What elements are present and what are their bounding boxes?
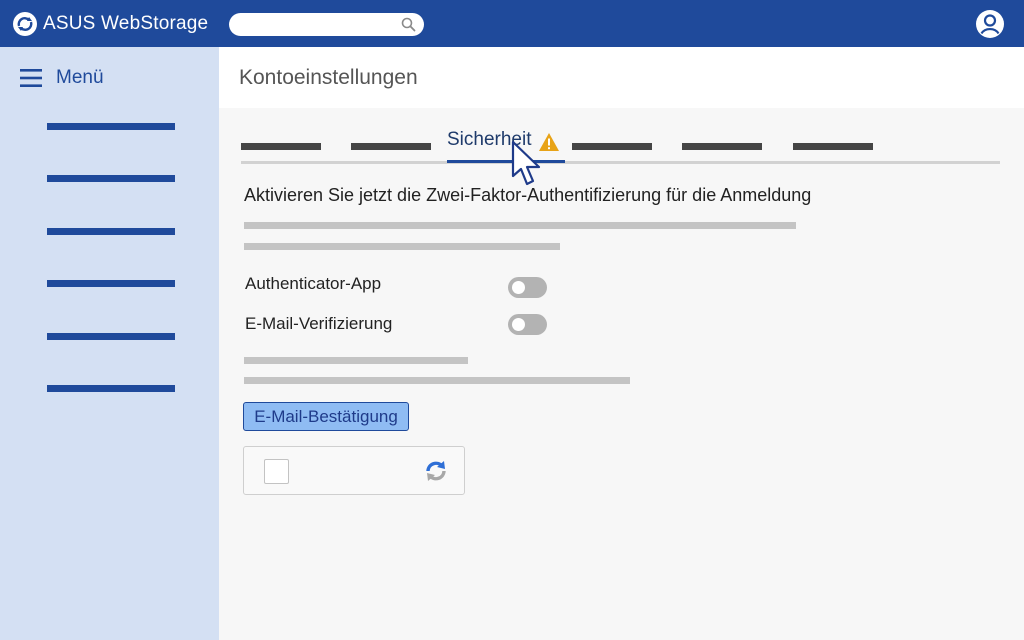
tab-1[interactable]	[241, 143, 321, 150]
app-name: ASUS WebStorage	[43, 13, 209, 34]
placeholder-text-line	[244, 357, 468, 364]
email-confirmation-button[interactable]: E-Mail-Bestätigung	[243, 402, 409, 431]
page-header: Kontoeinstellungen	[219, 47, 1024, 108]
placeholder-text-line	[244, 377, 630, 384]
active-tab-indicator	[447, 160, 565, 163]
sidebar-item-2[interactable]	[47, 175, 175, 182]
sidebar-item-3[interactable]	[47, 228, 175, 235]
top-bar: ASUS WebStorage	[0, 0, 1024, 47]
sidebar: Menü	[0, 47, 219, 640]
cloud-sync-logo-icon	[13, 12, 37, 36]
authenticator-app-toggle[interactable]	[508, 277, 547, 298]
email-verification-label: E-Mail-Verifizierung	[245, 314, 393, 333]
tab-4[interactable]	[572, 143, 652, 150]
hamburger-icon	[20, 69, 42, 87]
sidebar-item-6[interactable]	[47, 385, 175, 392]
mouse-cursor-icon	[511, 140, 541, 186]
search-input[interactable]	[229, 13, 424, 36]
user-account-icon[interactable]	[975, 9, 1005, 39]
placeholder-text-line	[244, 222, 796, 229]
authenticator-app-label: Authenticator-App	[245, 274, 382, 293]
two-factor-headline: Aktivieren Sie jetzt die Zwei-Faktor-Aut…	[244, 185, 812, 205]
tab-5[interactable]	[682, 143, 762, 150]
captcha-checkbox[interactable]	[264, 459, 289, 484]
search-icon[interactable]	[401, 17, 416, 32]
email-verification-toggle[interactable]	[508, 314, 547, 335]
recaptcha-widget	[243, 446, 465, 495]
tabs-divider	[241, 161, 1000, 164]
recaptcha-icon	[426, 461, 446, 481]
sidebar-item-1[interactable]	[47, 123, 175, 130]
menu-label: Menü	[56, 67, 104, 88]
app-logo[interactable]: ASUS WebStorage	[12, 11, 208, 37]
tab-2[interactable]	[351, 143, 431, 150]
menu-toggle-button[interactable]: Menü	[20, 67, 104, 89]
placeholder-text-line	[244, 243, 560, 250]
sidebar-item-5[interactable]	[47, 333, 175, 340]
toggle-knob	[512, 318, 525, 331]
sidebar-item-4[interactable]	[47, 280, 175, 287]
toggle-knob	[512, 281, 525, 294]
page-title: Kontoeinstellungen	[239, 66, 418, 89]
tab-6[interactable]	[793, 143, 873, 150]
